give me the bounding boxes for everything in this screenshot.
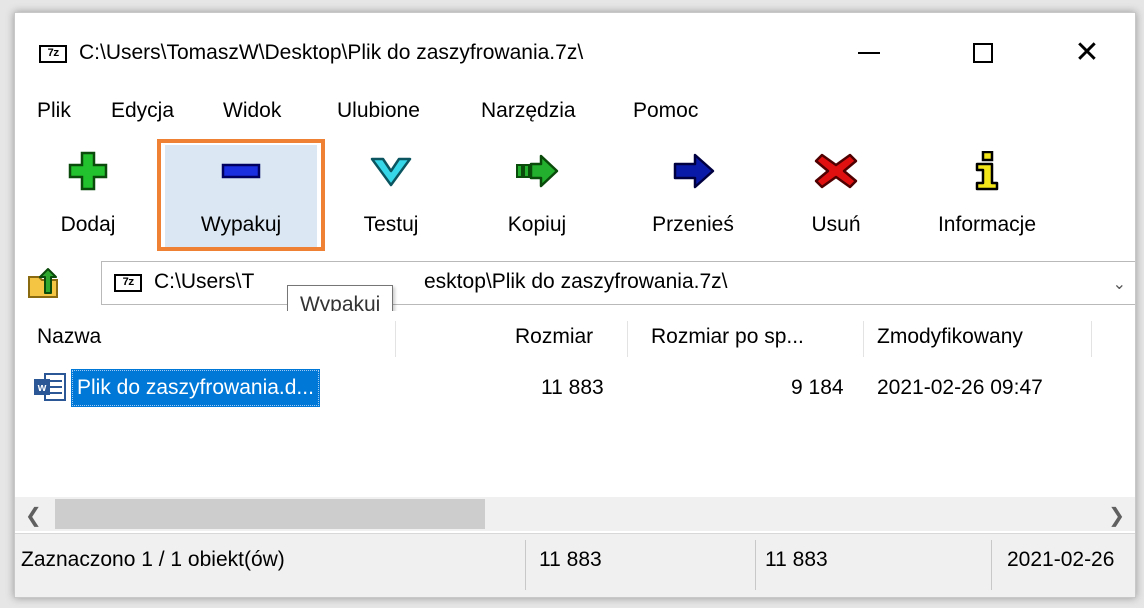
test-button[interactable]: Testuj	[341, 145, 441, 249]
column-header-packed[interactable]: Rozmiar po sp...	[651, 317, 804, 359]
column-header-size[interactable]: Rozmiar	[515, 317, 593, 359]
close-button[interactable]: ✕	[1055, 31, 1119, 75]
up-folder-icon[interactable]	[27, 267, 63, 299]
status-date: 2021-02-26	[1007, 548, 1115, 571]
copy-arrow-icon	[516, 154, 559, 188]
menu-pomoc[interactable]: Pomoc	[633, 99, 698, 123]
app-window: 7z C:\Users\TomaszW\Desktop\Plik do zasz…	[14, 12, 1136, 598]
info-button[interactable]: Informacje	[911, 145, 1063, 249]
copy-label: Kopiuj	[507, 213, 567, 236]
info-label: Informacje	[937, 213, 1037, 236]
file-size: 11 883	[541, 376, 604, 399]
menu-plik[interactable]: Plik	[37, 99, 71, 123]
status-selection: Zaznaczono 1 / 1 obiekt(ów)	[21, 548, 285, 571]
file-packed-size: 9 184	[791, 376, 844, 399]
scroll-right-icon[interactable]: ❯	[1108, 503, 1125, 528]
delete-label: Usuń	[811, 213, 861, 236]
file-name[interactable]: Plik do zaszyfrowania.d...	[71, 369, 320, 407]
word-document-icon: w	[34, 373, 66, 401]
file-list: Nazwa Rozmiar Rozmiar po sp... Zmodyfiko…	[15, 311, 1135, 503]
minimize-icon	[858, 52, 880, 54]
svg-text:w: w	[37, 382, 47, 394]
file-modified: 2021-02-26 09:47	[877, 376, 1043, 399]
scrollbar-thumb[interactable]	[55, 499, 485, 529]
address-path-left: C:\Users\T	[154, 270, 255, 293]
toolbar: Dodaj Wypakuj Testuj Kopiuj Przenieś Usu…	[15, 135, 1135, 257]
close-icon: ✕	[1074, 35, 1100, 70]
status-size: 11 883	[539, 548, 602, 571]
7zip-app-icon: 7z	[39, 45, 67, 63]
status-separator	[755, 540, 756, 590]
minimize-button[interactable]	[837, 31, 901, 75]
menu-ulubione[interactable]: Ulubione	[337, 99, 420, 123]
status-separator	[991, 540, 992, 590]
address-path-right: esktop\Plik do zaszyfrowania.7z\	[424, 270, 728, 293]
table-row[interactable]: w Plik do zaszyfrowania.d... 11 883 9 18…	[15, 369, 1135, 407]
info-i-icon	[975, 151, 999, 191]
status-separator	[525, 540, 526, 590]
menu-edycja[interactable]: Edycja	[111, 99, 174, 123]
move-arrow-icon	[673, 153, 715, 189]
extract-button[interactable]: Wypakuj	[165, 145, 317, 249]
address-field[interactable]: 7z C:\Users\T esktop\Plik do zaszyfrowan…	[101, 261, 1135, 305]
test-checkmark-icon	[370, 157, 412, 187]
chevron-down-icon[interactable]: ⌄	[1113, 274, 1126, 294]
archive-icon: 7z	[114, 274, 142, 292]
scroll-left-icon[interactable]: ❮	[25, 503, 42, 528]
test-label: Testuj	[363, 213, 419, 236]
status-packed: 11 883	[765, 548, 828, 571]
window-title: C:\Users\TomaszW\Desktop\Plik do zaszyfr…	[79, 41, 584, 64]
column-separator[interactable]	[395, 321, 396, 357]
address-bar: 7z C:\Users\T esktop\Plik do zaszyfrowan…	[15, 257, 1135, 309]
column-separator[interactable]	[863, 321, 864, 357]
title-bar: 7z C:\Users\TomaszW\Desktop\Plik do zasz…	[15, 13, 1135, 85]
copy-button[interactable]: Kopiuj	[485, 145, 589, 249]
move-button[interactable]: Przenieś	[629, 145, 757, 249]
menu-bar: Plik Edycja Widok Ulubione Narzędzia Pom…	[15, 93, 1135, 133]
menu-widok[interactable]: Widok	[223, 99, 281, 123]
horizontal-scrollbar[interactable]: ❮ ❯	[15, 497, 1135, 531]
move-label: Przenieś	[652, 213, 734, 236]
add-label: Dodaj	[60, 213, 116, 236]
maximize-icon	[973, 43, 993, 63]
menu-narzedzia[interactable]: Narzędzia	[481, 99, 576, 123]
column-header-modified[interactable]: Zmodyfikowany	[877, 317, 1023, 359]
delete-x-icon	[814, 153, 858, 189]
status-bar: Zaznaczono 1 / 1 obiekt(ów) 11 883 11 88…	[15, 533, 1135, 597]
add-plus-icon	[68, 151, 108, 191]
delete-button[interactable]: Usuń	[791, 145, 881, 249]
extract-minus-icon	[221, 163, 261, 179]
extract-label: Wypakuj	[200, 213, 282, 236]
column-separator[interactable]	[627, 321, 628, 357]
column-header-name[interactable]: Nazwa	[37, 317, 101, 359]
maximize-button[interactable]	[951, 31, 1015, 75]
column-separator[interactable]	[1091, 321, 1092, 357]
list-header: Nazwa Rozmiar Rozmiar po sp... Zmodyfiko…	[15, 317, 1135, 359]
add-button[interactable]: Dodaj	[43, 145, 133, 249]
